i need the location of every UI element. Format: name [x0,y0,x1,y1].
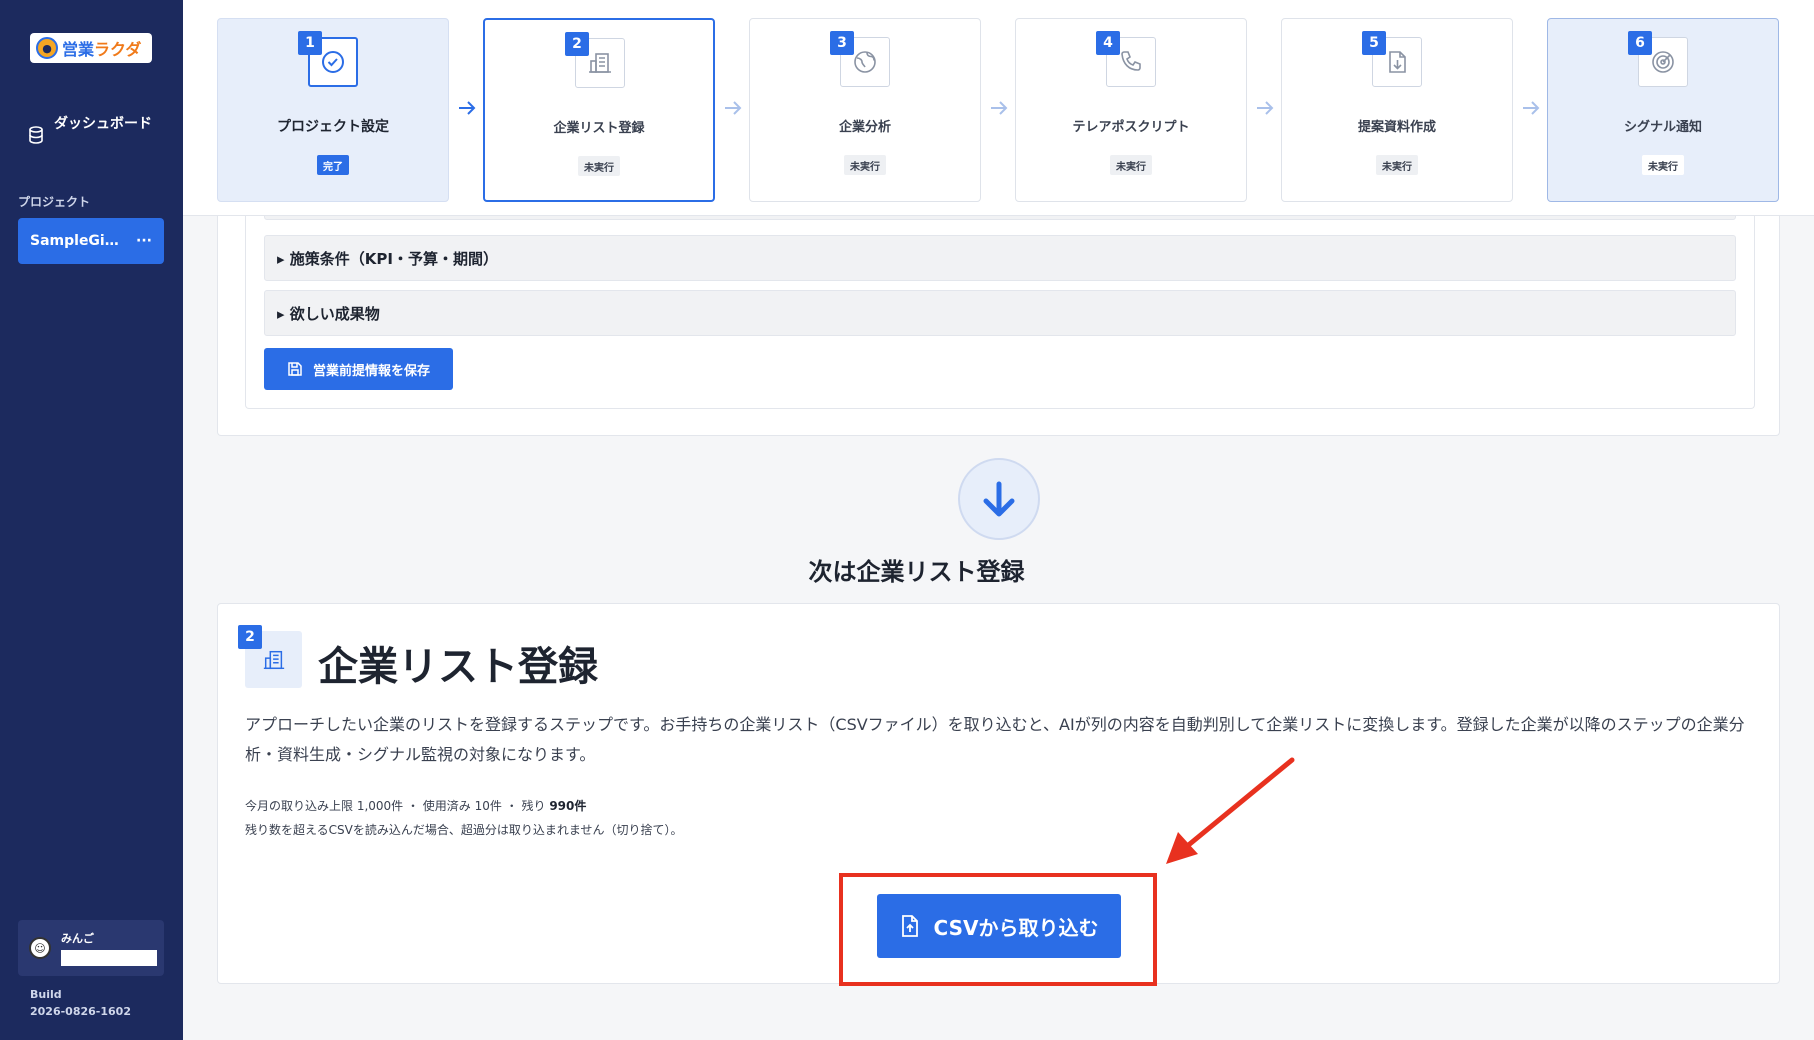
step-number: 3 [830,31,854,55]
annotation-highlight-box [839,873,1157,986]
accordion-kpi[interactable]: ▸ 施策条件（KPI・予算・期間） [264,235,1736,281]
sales-premise-card: ▸ 施策条件（KPI・予算・期間） ▸ 欲しい成果物 営業前提情報を保存 [217,206,1780,436]
user-name: みんご [61,932,94,945]
projects-heading: プロジェクト [18,195,91,209]
step-project-settings[interactable]: 1 プロジェクト設定 完了 [217,18,449,202]
step-title: プロジェクト設定 [277,119,389,135]
app-logo[interactable]: ● 営業ラクダ [30,33,152,63]
arrow-right-icon [725,101,742,115]
sidebar-item-label: ダッシュボード [54,116,152,132]
sidebar-project-item[interactable]: SampleGi… ··· [18,218,164,264]
sales-premise-inner: ▸ 施策条件（KPI・予算・期間） ▸ 欲しい成果物 営業前提情報を保存 [245,206,1755,409]
status-badge: 完了 [317,155,349,175]
step-number: 2 [565,32,589,56]
project-name: SampleGi… [30,233,119,249]
step-number: 2 [238,625,262,649]
status-badge: 未実行 [1642,155,1684,175]
avatar: ☺ [29,937,51,959]
workflow-stepper: 1 プロジェクト設定 完了 2 企業リスト登録 未実行 3 企業分析 未実行 4… [183,0,1814,216]
status-badge: 未実行 [1376,155,1418,175]
user-card[interactable]: ☺ みんご [18,920,164,976]
quota-usage: 今月の取り込み上限 1,000件 ・ 使用済み 10件 ・ 残り 990件 [245,799,587,813]
more-icon[interactable]: ··· [136,233,152,249]
step-signal-notify[interactable]: 6 シグナル通知 未実行 [1547,18,1779,202]
accordion-deliverables[interactable]: ▸ 欲しい成果物 [264,290,1736,336]
step-number: 1 [298,31,322,55]
arrow-right-icon [1257,101,1274,115]
step-title: シグナル通知 [1623,120,1702,135]
step-description: アプローチしたい企業のリストを登録するステップです。お手持ちの企業リスト（CSV… [245,715,1745,764]
step-title: 提案資料作成 [1357,120,1436,135]
build-label: Build [30,988,62,1001]
next-step-label: 次は企業リスト登録 [808,558,1025,586]
import-quota: 今月の取り込み上限 1,000件 ・ 使用済み 10件 ・ 残り 990件 残り… [245,794,683,842]
arrow-right-icon [1523,101,1540,115]
next-step-indicator [958,458,1040,540]
quota-remaining: 990件 [549,799,587,813]
status-badge: 未実行 [844,155,886,175]
step-number: 4 [1096,31,1120,55]
step-title: 企業分析 [838,120,891,135]
step-title: テレアポスクリプト [1072,120,1190,135]
user-email-redacted [61,950,157,966]
step-proposal[interactable]: 5 提案資料作成 未実行 [1281,18,1513,202]
step-title: 企業リスト登録 [553,121,645,136]
status-badge: 未実行 [1110,155,1152,175]
arrow-right-icon [459,101,476,115]
arrow-down-icon [983,481,1015,517]
database-icon [29,126,43,144]
save-button-label: 営業前提情報を保存 [312,363,430,379]
step-company-list[interactable]: 2 企業リスト登録 未実行 [483,18,715,202]
step-teleapo-script[interactable]: 4 テレアポスクリプト 未実行 [1015,18,1247,202]
step-company-analysis[interactable]: 3 企業分析 未実行 [749,18,981,202]
logo-text: 営業ラクダ [62,40,142,59]
step-number: 5 [1362,31,1386,55]
sidebar-item-dashboard[interactable]: ダッシュボード [28,114,158,144]
build-info: Build 2026-0826-1602 [30,986,131,1020]
status-badge: 未実行 [578,156,620,176]
save-icon [288,362,302,376]
quota-note: 残り数を超えるCSVを読み込んだ場合、超過分は取り込まれません（切り捨て）。 [245,823,683,837]
sidebar: ● 営業ラクダ ダッシュボード プロジェクト SampleGi… ··· ☺ み… [0,0,183,1040]
build-number: 2026-0826-1602 [30,1005,131,1018]
page-title: 企業リスト登録 [318,644,598,690]
step-number: 6 [1628,31,1652,55]
arrow-right-icon [991,101,1008,115]
save-premise-button[interactable]: 営業前提情報を保存 [264,348,453,390]
logo-mascot-icon: ● [36,37,58,59]
